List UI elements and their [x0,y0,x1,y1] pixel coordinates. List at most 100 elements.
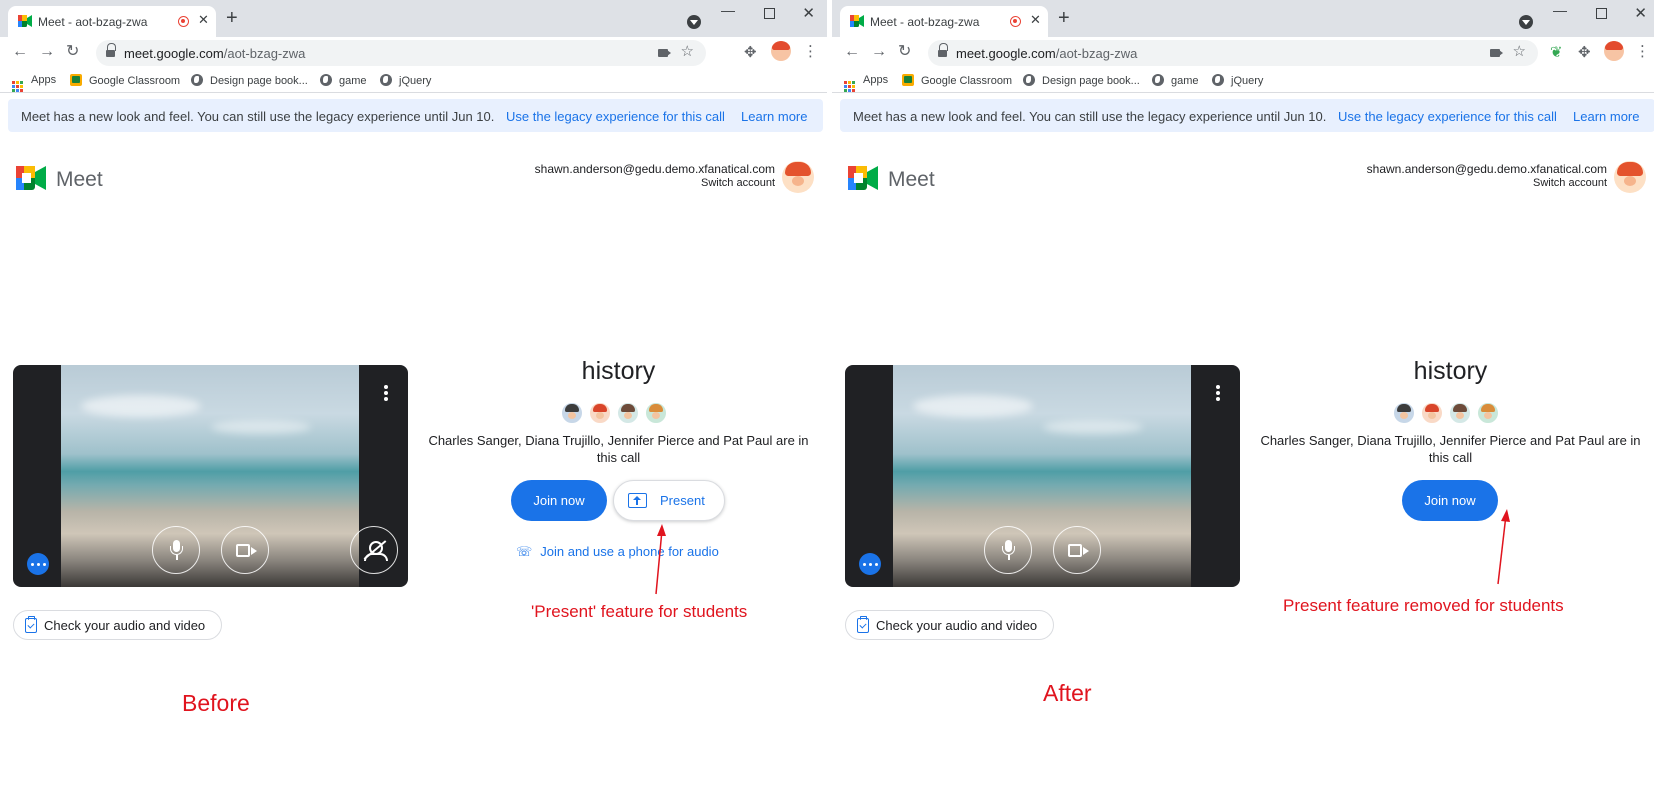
forward-icon[interactable]: → [39,42,55,62]
before-caption: Before [182,690,250,716]
bookmark-google-classroom[interactable]: Google Classroom [70,74,180,87]
new-tab-icon[interactable]: + [226,8,238,28]
new-look-banner: Meet has a new look and feel. You can st… [8,99,823,132]
camera-icon [236,544,250,557]
join-now-button[interactable]: Join now [511,480,607,521]
participant-avatar [1477,402,1499,424]
window-close-icon[interactable]: ✕ [802,4,815,22]
meet-logo-icon [848,166,878,190]
present-screen-icon [628,493,647,508]
legacy-experience-link[interactable]: Use the legacy experience for this call [506,109,725,124]
tab-close-icon[interactable]: ✕ [198,12,209,28]
account-email: shawn.anderson@gedu.demo.xfanatical.com [534,162,775,176]
visual-effects-button[interactable] [350,526,398,574]
camera-icon [1068,544,1082,557]
browser-toolbar: ← → ↻ meet.google.com/aot-bzag-zwa ☆ ❦ ✥… [832,37,1654,68]
after-caption: After [1043,680,1092,706]
meet-logo-icon [16,166,46,190]
browser-tab[interactable]: Meet - aot-bzag-zwa ✕ [8,6,216,37]
participant-avatars [1393,402,1503,424]
participant-avatar [561,402,583,424]
preview-options-button[interactable] [859,553,881,575]
window-close-icon[interactable]: ✕ [1634,4,1647,22]
browser-menu-icon[interactable]: ⋮ [803,42,818,60]
legacy-experience-link[interactable]: Use the legacy experience for this call [1338,109,1557,124]
reload-icon[interactable]: ↻ [898,42,911,62]
check-audio-video-button[interactable]: Check your audio and video [13,610,222,640]
bookmark-star-icon[interactable]: ☆ [681,42,694,60]
before-panel: Meet - aot-bzag-zwa ✕ + — ✕ ← → ↻ meet.g… [0,0,827,805]
leaf-extension-icon[interactable]: ❦ [1550,43,1563,61]
preview-options-button[interactable] [27,553,49,575]
globe-icon [320,74,332,86]
lock-icon [938,43,948,57]
back-icon[interactable]: ← [12,42,28,62]
learn-more-link[interactable]: Learn more [1573,109,1639,124]
bookmark-apps[interactable]: Apps [844,74,888,92]
bookmark-jquery[interactable]: jQuery [380,74,431,87]
camera-permission-icon[interactable] [1490,49,1500,57]
back-icon[interactable]: ← [844,42,860,62]
video-preview [13,365,408,587]
preview-more-options-icon[interactable] [384,385,388,401]
globe-icon [1152,74,1164,86]
forward-icon[interactable]: → [871,42,887,62]
meet-wordmark: Meet [56,168,103,191]
meeting-title: history [581,357,656,385]
check-audio-video-button[interactable]: Check your audio and video [845,610,1054,640]
microphone-icon [1002,540,1015,555]
minimize-icon[interactable]: — [721,2,735,18]
extensions-icon[interactable]: ✥ [1578,43,1591,61]
account-avatar[interactable] [782,161,814,193]
tab-search-icon[interactable] [1519,15,1533,29]
tab-search-icon[interactable] [687,15,701,29]
browser-tab-strip: Meet - aot-bzag-zwa ✕ + — ✕ [0,0,827,37]
bookmarks-bar: Apps Google Classroom Design page book..… [0,68,827,93]
check-audio-video-label: Check your audio and video [44,618,206,633]
present-button[interactable]: Present [613,480,725,521]
profile-avatar-icon[interactable] [1604,41,1624,61]
account-avatar[interactable] [1614,161,1646,193]
bookmark-apps[interactable]: Apps [12,74,56,92]
after-panel: Meet - aot-bzag-zwa ✕ + — ✕ ← → ↻ meet.g… [832,0,1654,805]
bookmark-game[interactable]: game [1152,74,1199,87]
minimize-icon[interactable]: — [1553,2,1567,18]
profile-avatar-icon[interactable] [771,41,791,61]
address-bar[interactable]: meet.google.com/aot-bzag-zwa ☆ [96,40,706,66]
bookmark-google-classroom[interactable]: Google Classroom [902,74,1012,87]
apps-grid-icon [844,81,855,92]
camera-permission-icon[interactable] [658,49,668,57]
switch-account-link[interactable]: Switch account [701,177,775,189]
bookmark-design-page[interactable]: Design page book... [1023,74,1140,87]
learn-more-link[interactable]: Learn more [741,109,807,124]
bookmark-jquery[interactable]: jQuery [1212,74,1263,87]
preview-more-options-icon[interactable] [1216,385,1220,401]
microphone-button[interactable] [984,526,1032,574]
url-text: meet.google.com/aot-bzag-zwa [124,46,306,61]
camera-button[interactable] [1053,526,1101,574]
new-tab-icon[interactable]: + [1058,8,1070,28]
address-bar[interactable]: meet.google.com/aot-bzag-zwa ☆ [928,40,1538,66]
switch-account-link[interactable]: Switch account [1533,177,1607,189]
participant-avatar [1421,402,1443,424]
globe-icon [1023,74,1035,86]
browser-menu-icon[interactable]: ⋮ [1635,42,1650,60]
maximize-icon[interactable] [1596,8,1607,19]
bookmarks-bar: Apps Google Classroom Design page book..… [832,68,1654,93]
clipboard-check-icon [25,616,37,633]
microphone-button[interactable] [152,526,200,574]
join-with-phone-link[interactable]: ☏ Join and use a phone for audio [516,544,719,560]
bookmark-star-icon[interactable]: ☆ [1513,42,1526,60]
join-now-button[interactable]: Join now [1402,480,1498,521]
camera-button[interactable] [221,526,269,574]
annotation-text: Present feature removed for students [1283,596,1564,615]
tab-close-icon[interactable]: ✕ [1030,12,1041,28]
maximize-icon[interactable] [764,8,775,19]
bookmark-design-page[interactable]: Design page book... [191,74,308,87]
preview-background [61,365,359,587]
phone-add-icon: ☏ [516,544,533,559]
browser-tab[interactable]: Meet - aot-bzag-zwa ✕ [840,6,1048,37]
extensions-icon[interactable]: ✥ [744,43,757,61]
bookmark-game[interactable]: game [320,74,367,87]
reload-icon[interactable]: ↻ [66,42,79,62]
